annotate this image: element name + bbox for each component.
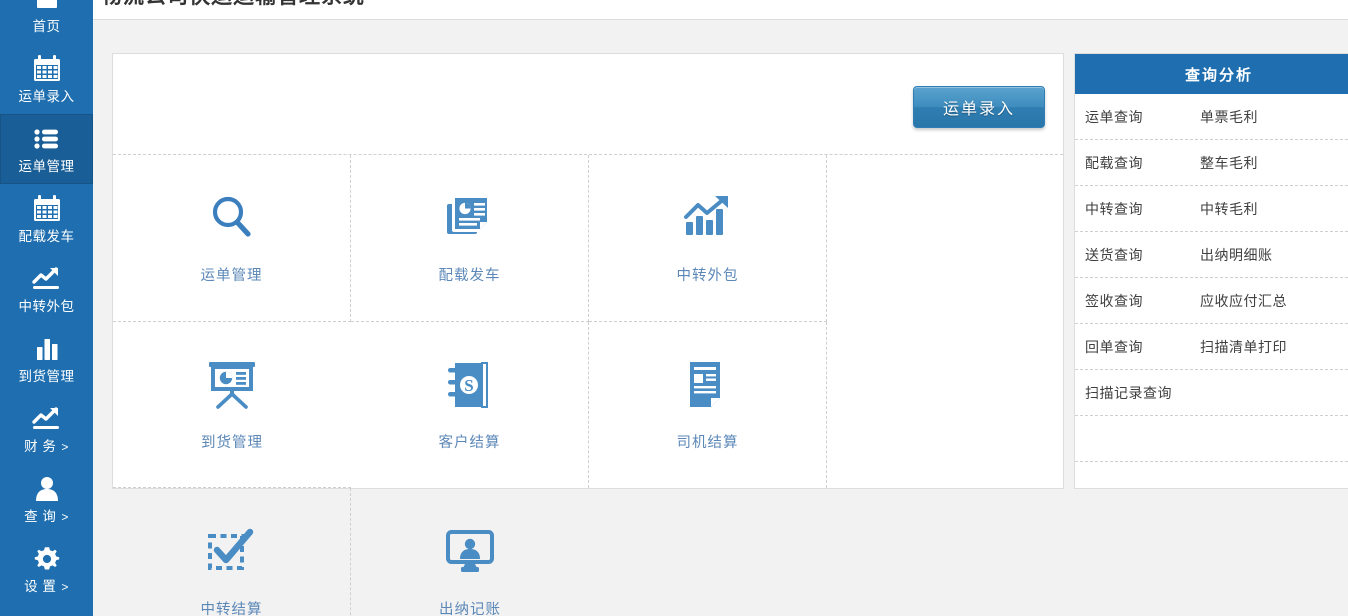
tile-transfer-settlement[interactable]: 中转结算: [113, 488, 351, 616]
growth-chart-icon: [682, 190, 734, 246]
tile-label: 司机结算: [676, 435, 739, 452]
query-link[interactable]: 单票毛利: [1200, 107, 1348, 127]
query-link[interactable]: 运单查询: [1085, 107, 1200, 127]
ledger-book-icon: S: [446, 357, 494, 413]
sidebar-item-label: 首页: [32, 19, 61, 34]
sidebar-item-label: 中转外包: [18, 299, 75, 314]
query-link[interactable]: 整车毛利: [1200, 153, 1348, 173]
calendar-icon: [0, 52, 93, 86]
application-window: 首页 运单录入 运单管理 配载发车 中转外包 到货管理 财 务 > 查 询 > …: [0, 0, 1348, 616]
tile-driver-settlement[interactable]: 司机结算: [589, 321, 827, 488]
panel-header: 运单录入: [113, 54, 1063, 155]
query-link[interactable]: 签收查询: [1085, 291, 1200, 311]
query-link[interactable]: 出纳明细账: [1200, 245, 1348, 265]
chevron-right-icon: >: [61, 510, 69, 524]
tile-loading-dispatch[interactable]: 配载发车: [351, 155, 589, 322]
query-analysis-panel: 查询分析 运单查询 单票毛利 配载查询 整车毛利 中转查询 中转毛利 送货查询 …: [1074, 53, 1348, 489]
query-row: 运单查询 单票毛利: [1075, 94, 1348, 140]
tile-label: 出纳记账: [439, 601, 501, 616]
trend-line-icon: [0, 262, 93, 296]
query-row: 签收查询 应收应付汇总: [1075, 278, 1348, 324]
user-icon: [0, 472, 93, 506]
sidebar-item-waybill-entry[interactable]: 运单录入: [0, 44, 93, 114]
trend-line-icon: [0, 402, 93, 436]
gear-icon: [0, 542, 93, 576]
sidebar-item-waybill-management[interactable]: 运单管理: [0, 114, 93, 184]
sidebar-item-label: 配载发车: [18, 229, 75, 244]
sidebar-item-loading-dispatch[interactable]: 配载发车: [0, 184, 93, 254]
document-lines-icon: [686, 357, 730, 413]
workspace: 运单录入 运单管理 配载发车 中转外包 到货管理 S 客户结算 司机结算 中转结…: [93, 20, 1348, 616]
main-module-panel: 运单录入 运单管理 配载发车 中转外包 到货管理 S 客户结算 司机结算 中转结…: [112, 53, 1064, 616]
tile-arrival-management[interactable]: 到货管理: [113, 322, 351, 488]
tile-label: 配载发车: [438, 268, 501, 285]
tile-label: 中转结算: [200, 601, 263, 616]
svg-text:S: S: [464, 376, 473, 395]
tile-transfer-outsourcing[interactable]: 中转外包: [589, 155, 827, 322]
content-column: 物流公司快运运输管理系统 运单录入 运单管理: [93, 0, 1348, 616]
query-link[interactable]: 回单查询: [1085, 337, 1200, 357]
tile-label: 运单管理: [200, 268, 263, 285]
query-row: [1075, 416, 1348, 462]
sidebar-item-finance[interactable]: 财 务 >: [0, 394, 93, 464]
query-row: 扫描记录查询: [1075, 370, 1348, 416]
dashed-checkbox-icon: [206, 524, 258, 580]
tile-waybill-management[interactable]: 运单管理: [113, 155, 351, 322]
module-tile-grid: 运单管理 配载发车 中转外包 到货管理 S 客户结算 司机结算 中转结算 出纳记…: [113, 155, 1063, 616]
query-row: 中转查询 中转毛利: [1075, 186, 1348, 232]
presentation-board-icon: [205, 357, 259, 413]
tile-cashier-bookkeeping[interactable]: 出纳记账: [351, 488, 589, 616]
page-title: 物流公司快运运输管理系统: [101, 0, 365, 10]
query-link[interactable]: 扫描清单打印: [1200, 337, 1348, 357]
sidebar-item-text: 设 置: [24, 579, 57, 594]
query-link[interactable]: 中转毛利: [1200, 199, 1348, 219]
sidebar-item-text: 财 务: [24, 439, 57, 454]
sidebar-item-text: 查 询: [24, 509, 57, 524]
sidebar-item-label: 运单管理: [18, 159, 75, 174]
main-sidebar: 首页 运单录入 运单管理 配载发车 中转外包 到货管理 财 务 > 查 询 > …: [0, 0, 93, 616]
sidebar-item-home[interactable]: 首页: [0, 0, 93, 44]
chevron-right-icon: >: [61, 580, 69, 594]
monitor-user-icon: [444, 524, 496, 580]
query-link[interactable]: 扫描记录查询: [1085, 383, 1200, 403]
query-link[interactable]: 配载查询: [1085, 153, 1200, 173]
report-cards-icon: [444, 190, 496, 246]
query-row: [1075, 462, 1348, 488]
tile-label: 到货管理: [201, 434, 263, 451]
query-row: 送货查询 出纳明细账: [1075, 232, 1348, 278]
list-icon: [0, 122, 93, 156]
sidebar-item-settings[interactable]: 设 置 >: [0, 534, 93, 604]
magnifier-icon: [207, 190, 257, 246]
tile-label: 中转外包: [676, 268, 739, 285]
sidebar-item-label: 财 务 >: [0, 439, 93, 455]
sidebar-item-label: 到货管理: [18, 369, 75, 384]
waybill-entry-button[interactable]: 运单录入: [913, 86, 1045, 128]
query-row: 配载查询 整车毛利: [1075, 140, 1348, 186]
calendar-icon: [0, 192, 93, 226]
query-analysis-title: 查询分析: [1075, 54, 1348, 94]
query-link[interactable]: 中转查询: [1085, 199, 1200, 219]
sidebar-item-transfer-outsourcing[interactable]: 中转外包: [0, 254, 93, 324]
sidebar-item-query[interactable]: 查 询 >: [0, 464, 93, 534]
chevron-right-icon: >: [61, 440, 69, 454]
sidebar-item-label: 设 置 >: [0, 579, 93, 595]
sidebar-item-label: 查 询 >: [0, 509, 93, 525]
tile-customer-settlement[interactable]: S 客户结算: [351, 321, 589, 488]
tile-label: 客户结算: [438, 435, 501, 452]
query-link[interactable]: 送货查询: [1085, 245, 1200, 265]
page-header: 物流公司快运运输管理系统: [93, 0, 1348, 20]
query-row: 回单查询 扫描清单打印: [1075, 324, 1348, 370]
sidebar-item-label: 运单录入: [18, 89, 75, 104]
home-icon: [0, 0, 93, 16]
query-link[interactable]: 应收应付汇总: [1200, 291, 1348, 311]
bar-chart-icon: [0, 332, 93, 366]
sidebar-item-arrival-management[interactable]: 到货管理: [0, 324, 93, 394]
